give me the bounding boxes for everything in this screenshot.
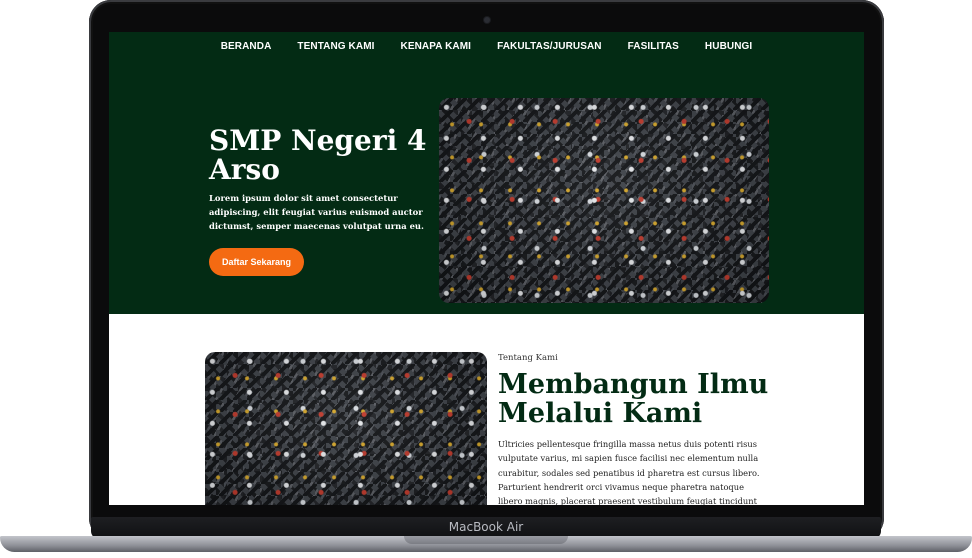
- nav-item-fakultas-jurusan[interactable]: FAKULTAS/JURUSAN: [497, 41, 602, 52]
- hero-title: SMP Negeri 4 Arso: [209, 124, 427, 186]
- device-label: MacBook Air: [448, 520, 524, 534]
- nav-item-tentang-kami[interactable]: TENTANG KAMI: [297, 41, 374, 52]
- nav-item-beranda[interactable]: BERANDA: [221, 41, 272, 52]
- about-graduation-photo: [205, 352, 487, 505]
- laptop-notch: [404, 536, 568, 544]
- register-button[interactable]: Daftar Sekarang: [209, 248, 304, 276]
- camera-icon: [484, 17, 490, 23]
- hero-graduation-photo: [439, 98, 769, 303]
- nav-item-kenapa-kami[interactable]: KENAPA KAMI: [401, 41, 472, 52]
- about-kicker: Tentang Kami: [498, 353, 558, 363]
- nav-item-fasilitas[interactable]: FASILITAS: [628, 41, 679, 52]
- about-description: Ultricies pellentesque fringilla massa n…: [498, 439, 760, 505]
- website-screen: BERANDA TENTANG KAMI KENAPA KAMI FAKULTA…: [109, 32, 864, 505]
- top-navbar: BERANDA TENTANG KAMI KENAPA KAMI FAKULTA…: [109, 32, 864, 61]
- hero-section: SMP Negeri 4 Arso Lorem ipsum dolor sit …: [109, 60, 864, 314]
- nav-item-hubungi[interactable]: HUBUNGI: [705, 41, 752, 52]
- about-title: Membangun Ilmu Melalui Kami: [498, 369, 769, 429]
- hero-description: Lorem ipsum dolor sit amet consectetur a…: [209, 193, 424, 231]
